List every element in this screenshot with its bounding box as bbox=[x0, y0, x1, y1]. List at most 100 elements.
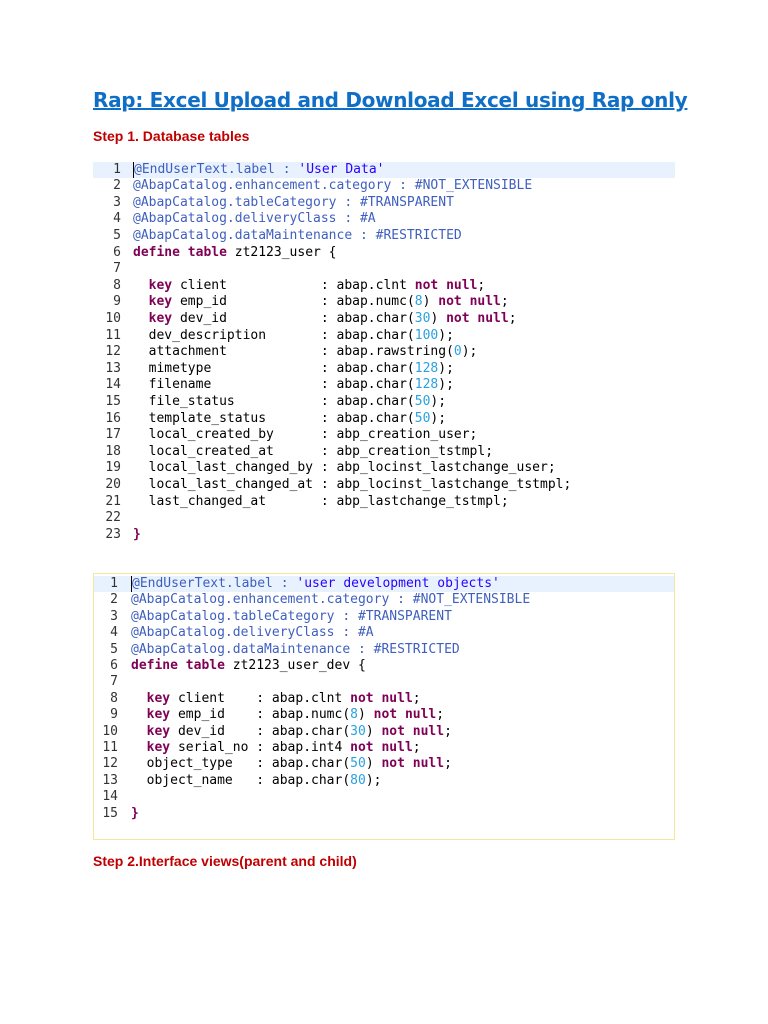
code-token: ) bbox=[422, 294, 439, 310]
code-token: ); bbox=[438, 327, 454, 343]
line-number: 1 bbox=[110, 576, 118, 591]
line-code: @AbapCatalog.dataMaintenance : #RESTRICT… bbox=[131, 642, 460, 658]
code-line: 5 @AbapCatalog.dataMaintenance : #RESTRIC… bbox=[94, 642, 674, 658]
code-line: 14 bbox=[94, 789, 674, 805]
code-line: 22 bbox=[93, 510, 675, 527]
code-line: 17 local_created_by : abp_creation_user; bbox=[93, 427, 675, 444]
code-line: 14 filename : abap.char(128); bbox=[93, 377, 675, 394]
code-token: ; bbox=[436, 707, 445, 723]
line-number: 18 bbox=[105, 443, 121, 459]
line-code: @AbapCatalog.dataMaintenance : #RESTRICT… bbox=[133, 228, 462, 245]
line-number: 2 bbox=[110, 592, 118, 608]
code-token: @AbapCatalog.enhancement.category : #NOT… bbox=[131, 592, 531, 608]
line-code: file_status : abap.char(50); bbox=[133, 394, 446, 411]
code-line: 4 @AbapCatalog.deliveryClass : #A bbox=[93, 211, 675, 228]
line-code: @AbapCatalog.deliveryClass : #A bbox=[133, 211, 376, 228]
line-number: 8 bbox=[113, 277, 121, 293]
code-line: 9 key emp_id : abap.numc(8) not null; bbox=[94, 707, 674, 723]
line-code: key dev_id : abap.char(30) not null; bbox=[133, 311, 517, 328]
code-token: @AbapCatalog.tableCategory : #TRANSPAREN… bbox=[131, 608, 452, 624]
code-token: ; bbox=[508, 310, 517, 326]
code-token: zt2123_user_dev { bbox=[232, 658, 366, 673]
code-token: not null bbox=[414, 277, 478, 293]
code-token: not null bbox=[350, 690, 413, 706]
code-token: 8 bbox=[350, 707, 358, 723]
code-token: ; bbox=[444, 756, 452, 772]
code-token: @AbapCatalog.deliveryClass : #A bbox=[133, 211, 376, 227]
code-token: ; bbox=[412, 690, 421, 706]
code-line: 21 last_changed_at : abp_lastchange_tstm… bbox=[93, 494, 675, 511]
line-number: 11 bbox=[102, 740, 118, 755]
line-number: 15 bbox=[105, 393, 121, 409]
code-token: ); bbox=[365, 772, 382, 788]
line-code: define table zt2123_user_dev { bbox=[131, 658, 366, 674]
code-line: 15} bbox=[94, 806, 674, 822]
code-token: local_last_changed_by : abp_locinst_last… bbox=[133, 460, 556, 476]
code-token: not null bbox=[350, 740, 413, 755]
code-line: 19 local_last_changed_by : abp_locinst_l… bbox=[93, 460, 675, 477]
code-line: 11 dev_description : abap.char(100); bbox=[93, 328, 675, 345]
code-token: @EndUserText.label : bbox=[132, 576, 297, 591]
code-token: } bbox=[133, 526, 141, 542]
code-token: 30 bbox=[414, 310, 431, 326]
code-token: dev_id : abap.char( bbox=[170, 723, 351, 739]
line-code: key emp_id : abap.numc(8) not null; bbox=[131, 707, 444, 723]
code-line: 8 key client : abap.clnt not null; bbox=[93, 278, 675, 295]
code-token: file_status : abap.char( bbox=[133, 393, 415, 409]
code-line: 10 key dev_id : abap.char(30) not null; bbox=[94, 724, 674, 740]
code-token: client : abap.clnt bbox=[170, 690, 351, 706]
code-token: 30 bbox=[350, 723, 366, 739]
code-token: ); bbox=[430, 410, 447, 426]
code-token: object_type : abap.char( bbox=[131, 756, 351, 772]
code-token: ; bbox=[477, 277, 486, 293]
code-line: 23} bbox=[93, 527, 675, 544]
line-number: 1 bbox=[113, 161, 121, 177]
code-token: emp_id : abap.numc( bbox=[172, 294, 415, 310]
code-token: 8 bbox=[414, 294, 423, 310]
code-block-zt2123-user-dev: 1 @EndUserText.label : 'user development … bbox=[93, 573, 675, 840]
line-number: 6 bbox=[110, 658, 118, 673]
code-line: 1 @EndUserText.label : 'user development … bbox=[94, 576, 674, 593]
code-line: 10 key dev_id : abap.char(30) not null; bbox=[93, 311, 675, 328]
code-line: 13 object_name : abap.char(80); bbox=[94, 773, 674, 789]
line-number: 6 bbox=[113, 244, 121, 260]
code-token: 50 bbox=[414, 393, 431, 409]
code-token: 100 bbox=[414, 327, 439, 343]
code-token: 128 bbox=[414, 360, 439, 376]
code-token: @AbapCatalog.dataMaintenance : #RESTRICT… bbox=[131, 641, 460, 657]
line-number: 13 bbox=[102, 772, 118, 788]
line-code: define table zt2123_user { bbox=[133, 245, 337, 262]
code-token: ); bbox=[438, 360, 454, 376]
code-line: 18 local_created_at : abp_creation_tstmp… bbox=[93, 444, 675, 461]
code-token: client : abap.clnt bbox=[172, 277, 415, 293]
code-token: @AbapCatalog.deliveryClass : #A bbox=[131, 625, 374, 641]
code-token: 80 bbox=[350, 772, 366, 788]
line-number: 5 bbox=[110, 641, 118, 657]
code-token: local_created_by : abp_creation_user; bbox=[133, 427, 478, 443]
code-token: ; bbox=[444, 723, 452, 739]
code-token: template_status : abap.char( bbox=[133, 410, 415, 426]
line-code: last_changed_at : abp_lastchange_tstmpl; bbox=[133, 494, 509, 511]
code-token: emp_id : abap.numc( bbox=[170, 707, 351, 723]
line-code: object_name : abap.char(80); bbox=[131, 772, 382, 789]
code-token: @AbapCatalog.dataMaintenance : #RESTRICT… bbox=[133, 227, 462, 243]
line-number: 21 bbox=[105, 493, 121, 509]
document-title: Rap: Excel Upload and Download Excel usi… bbox=[93, 88, 688, 112]
line-number: 9 bbox=[110, 707, 118, 723]
code-token: 50 bbox=[350, 756, 366, 772]
code-line: 9 key emp_id : abap.numc(8) not null; bbox=[93, 294, 675, 311]
code-token: mimetype : abap.char( bbox=[133, 360, 415, 376]
line-number: 7 bbox=[113, 261, 121, 277]
line-number: 12 bbox=[105, 344, 121, 360]
code-line: 16 template_status : abap.char(50); bbox=[93, 411, 675, 428]
code-line: 2 @AbapCatalog.enhancement.category : #NO… bbox=[93, 178, 675, 195]
code-token: key bbox=[146, 707, 171, 723]
code-token: local_created_at : abp_creation_tstmpl; bbox=[133, 443, 494, 459]
code-token: ); bbox=[438, 377, 454, 393]
code-line: 11 key serial_no : abap.int4 not null; bbox=[94, 740, 674, 756]
code-block-zt2123-user: 1 @EndUserText.label : 'User Data' 2 @AbapC… bbox=[93, 159, 675, 549]
